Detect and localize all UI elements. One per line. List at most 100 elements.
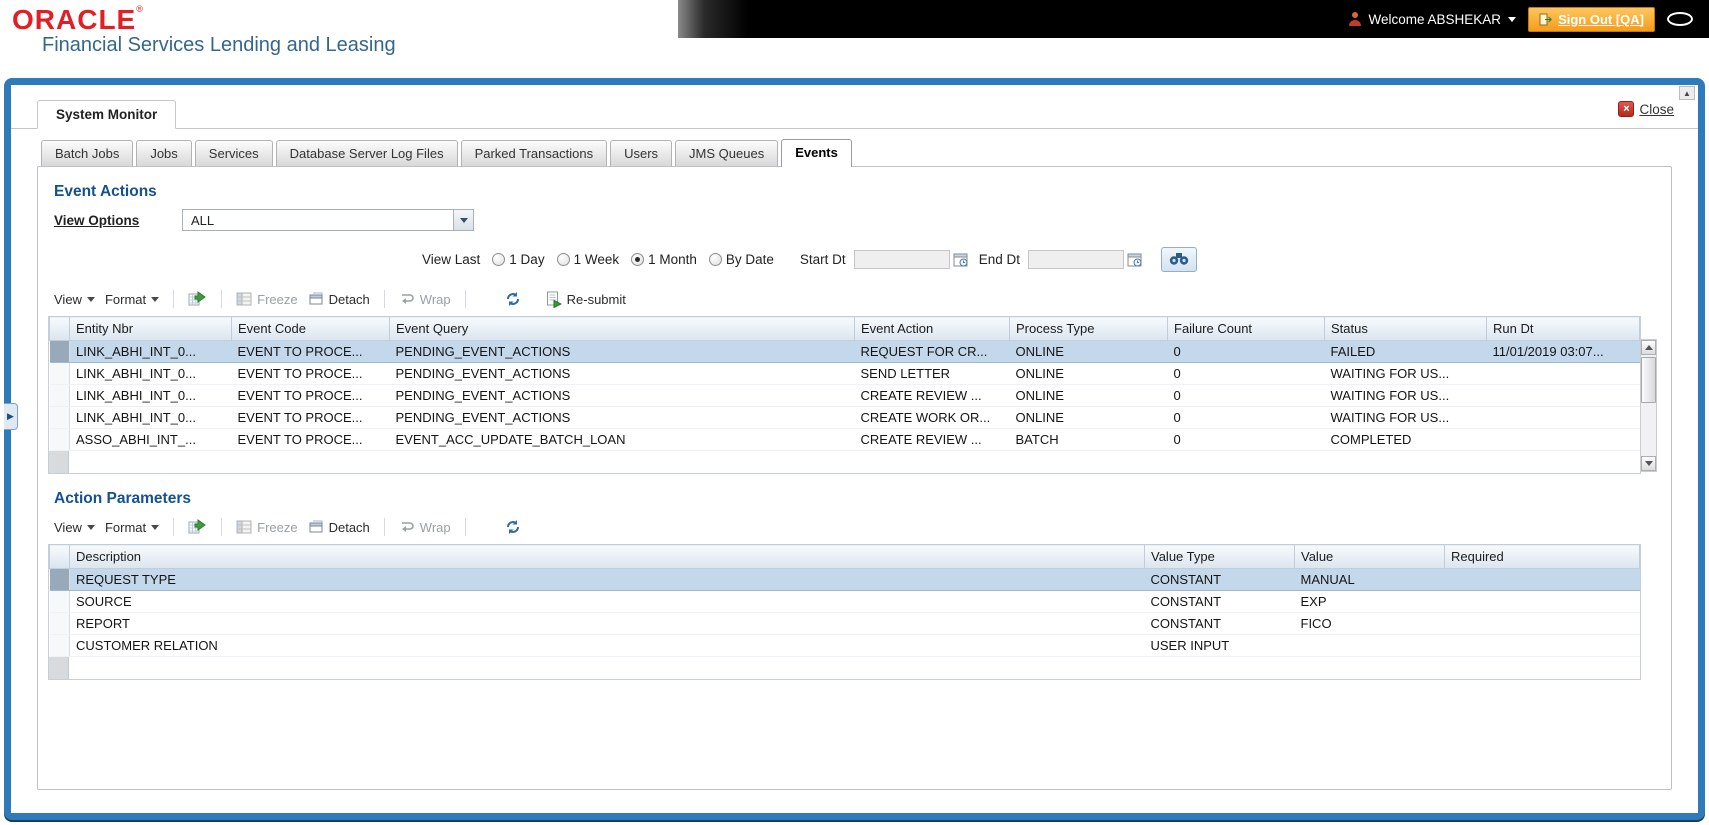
tab-jms-queues[interactable]: JMS Queues (675, 140, 779, 166)
binoculars-icon (1169, 251, 1189, 269)
table-row[interactable]: LINK_ABHI_INT_0... EVENT TO PROCE... PENDI… (49, 384, 1640, 407)
table-row[interactable]: SOURCE CONSTANT EXP (49, 590, 1640, 613)
radio-1-week[interactable]: 1 Week (556, 252, 619, 267)
column-header-description[interactable]: Description (69, 544, 1145, 569)
column-header-failure-count[interactable]: Failure Count (1167, 316, 1325, 341)
window-tab-row: System Monitor × Close (11, 85, 1698, 129)
column-header-event-query[interactable]: Event Query (389, 316, 855, 341)
scroll-up-arrow-icon[interactable] (1641, 340, 1656, 355)
wrap-icon (399, 520, 415, 534)
scroll-down-arrow-icon[interactable] (1641, 456, 1656, 471)
view-options-value: ALL (191, 213, 215, 228)
cell: EVENT TO PROCE... (231, 428, 390, 451)
column-header-value-type[interactable]: Value Type (1144, 544, 1295, 569)
cell: EVENT_ACC_UPDATE_BATCH_LOAN (389, 428, 855, 451)
separator (221, 518, 223, 536)
tab-users[interactable]: Users (610, 140, 673, 166)
row-header[interactable] (49, 590, 70, 613)
column-header-run-dt[interactable]: Run Dt (1486, 316, 1640, 341)
cell: REQUEST FOR CR... (854, 340, 1010, 363)
tab-parked-transactions[interactable]: Parked Transactions (460, 140, 608, 166)
radio-1-month[interactable]: 1 Month (631, 252, 697, 267)
tab-batch-jobs[interactable]: Batch Jobs (41, 140, 134, 166)
table-row[interactable]: LINK_ABHI_INT_0... EVENT TO PROCE... PENDI… (49, 362, 1640, 385)
column-header-status[interactable]: Status (1324, 316, 1487, 341)
tab-jobs[interactable]: Jobs (136, 140, 192, 166)
row-header[interactable] (49, 384, 70, 407)
row-header[interactable] (49, 428, 70, 451)
cell: EXP (1294, 590, 1445, 613)
wrap-button[interactable]: Wrap (399, 520, 451, 535)
close-icon: × (1618, 101, 1635, 117)
table-row[interactable]: CUSTOMER RELATION USER INPUT (49, 634, 1640, 657)
chevron-down-icon (1508, 16, 1517, 22)
start-dt-calendar-icon[interactable] (953, 252, 969, 268)
row-header[interactable] (49, 362, 70, 385)
column-header-event-action[interactable]: Event Action (854, 316, 1010, 341)
cell: PENDING_EVENT_ACTIONS (389, 362, 855, 385)
export-button[interactable] (188, 291, 207, 307)
row-header[interactable] (49, 634, 70, 657)
window-title-tab[interactable]: System Monitor (37, 100, 177, 129)
event-actions-grid: Entity Nbr Event Code Event Query Event Act… (48, 316, 1641, 474)
view-options-select[interactable]: ALL (182, 209, 474, 231)
sign-out-button[interactable]: Sign Out [QA] (1528, 6, 1655, 32)
table-row[interactable]: LINK_ABHI_INT_0... EVENT TO PROCE... PENDI… (49, 340, 1640, 363)
chevron-down-icon[interactable] (453, 210, 473, 230)
detach-button[interactable]: Detach (308, 519, 370, 535)
table-row[interactable]: LINK_ABHI_INT_0... EVENT TO PROCE... PENDI… (49, 406, 1640, 429)
tab-database-server-log-files[interactable]: Database Server Log Files (275, 140, 458, 166)
user-icon (1348, 11, 1362, 27)
column-header-value[interactable]: Value (1294, 544, 1445, 569)
tab-services[interactable]: Services (194, 140, 273, 166)
freeze-button[interactable]: Freeze (236, 519, 298, 535)
cell: LINK_ABHI_INT_0... (69, 406, 232, 429)
freeze-button[interactable]: Freeze (236, 291, 298, 307)
radio-by-date[interactable]: By Date (708, 252, 774, 267)
start-dt-input[interactable] (853, 250, 950, 269)
cell: 0 (1167, 384, 1325, 407)
format-menu[interactable]: Format (105, 520, 160, 535)
empty-row-area (49, 451, 1639, 473)
end-dt-input[interactable] (1027, 250, 1124, 269)
resubmit-button[interactable]: Re-submit (546, 291, 626, 308)
cell (1444, 568, 1640, 591)
format-menu[interactable]: Format (105, 292, 160, 307)
column-header-event-code[interactable]: Event Code (231, 316, 390, 341)
row-header[interactable] (49, 568, 70, 591)
scrollbar-thumb[interactable] (1641, 357, 1656, 403)
detach-icon (308, 291, 324, 307)
column-header-entity-nbr[interactable]: Entity Nbr (69, 316, 232, 341)
panel-expander-button[interactable]: ▶ (4, 403, 18, 430)
row-header[interactable] (49, 406, 70, 429)
search-button[interactable] (1160, 247, 1197, 272)
column-header-required[interactable]: Required (1444, 544, 1640, 569)
table-row[interactable]: REQUEST TYPE CONSTANT MANUAL (49, 568, 1640, 591)
user-menu[interactable]: Welcome ABSHEKAR (1348, 11, 1517, 27)
export-button[interactable] (188, 519, 207, 535)
radio-1-day[interactable]: 1 Day (492, 252, 545, 267)
refresh-button[interactable] (504, 518, 522, 536)
refresh-button[interactable] (504, 290, 522, 308)
row-header[interactable] (49, 340, 70, 363)
radio-icon (708, 253, 722, 266)
cell: 11/01/2019 03:07... (1486, 340, 1640, 363)
row-header-stub (49, 657, 69, 679)
cell (1444, 612, 1640, 635)
close-button[interactable]: × Close (1618, 101, 1674, 117)
close-label: Close (1639, 101, 1674, 117)
table-row[interactable]: REPORT CONSTANT FICO (49, 612, 1640, 635)
separator (221, 290, 223, 308)
cell (1486, 384, 1640, 407)
vertical-scrollbar[interactable] (1640, 339, 1657, 472)
cell: CUSTOMER RELATION (69, 634, 1145, 657)
view-menu[interactable]: View (54, 292, 95, 307)
end-dt-calendar-icon[interactable] (1127, 252, 1143, 268)
row-header[interactable] (49, 612, 70, 635)
detach-button[interactable]: Detach (308, 291, 370, 307)
tab-events[interactable]: Events (781, 139, 852, 167)
view-menu[interactable]: View (54, 520, 95, 535)
wrap-button[interactable]: Wrap (399, 292, 451, 307)
table-row[interactable]: ASSO_ABHI_INT_... EVENT TO PROCE... EVENT_… (49, 428, 1640, 451)
column-header-process-type[interactable]: Process Type (1009, 316, 1168, 341)
